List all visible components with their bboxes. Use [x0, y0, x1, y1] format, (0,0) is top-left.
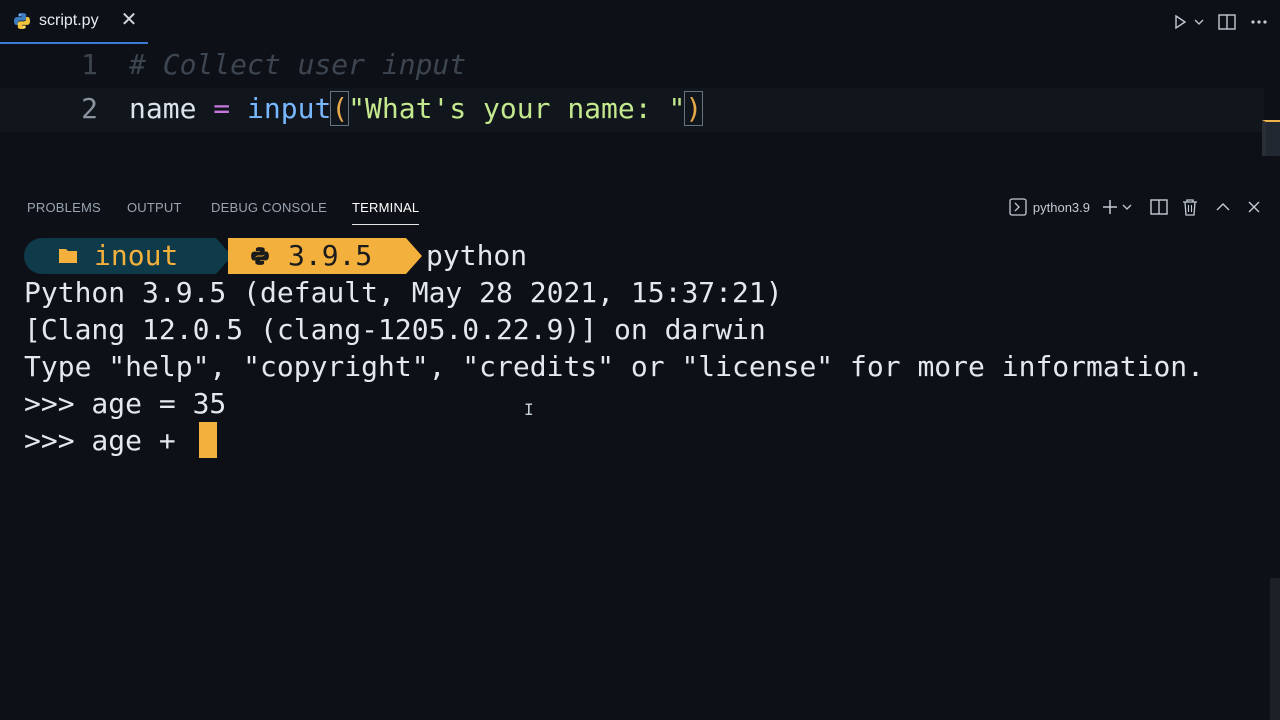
- line-number: 2: [81, 92, 98, 125]
- terminal-selector[interactable]: python3.9: [1009, 198, 1090, 216]
- close-panel-icon[interactable]: [1248, 201, 1260, 213]
- editor-actions: [1158, 10, 1268, 34]
- code-variable: name: [129, 92, 197, 125]
- tab-terminal[interactable]: TERMINAL: [352, 200, 419, 215]
- chevron-down-icon[interactable]: [1122, 202, 1132, 212]
- run-icon[interactable]: [1172, 14, 1188, 30]
- terminal-cursor: [199, 422, 217, 458]
- prompt-directory-segment: inout: [24, 238, 216, 274]
- terminal-scrollbar[interactable]: [1270, 578, 1280, 720]
- trash-icon[interactable]: [1182, 198, 1198, 216]
- mouse-ibeam-cursor: I: [524, 400, 534, 419]
- minimap-slider[interactable]: [1262, 120, 1280, 156]
- more-icon[interactable]: [1250, 19, 1268, 25]
- prompt-separator: [406, 238, 422, 274]
- folder-icon: [59, 249, 77, 263]
- terminal-output[interactable]: inout 3.9.5 python Python 3.9.5 (default…: [0, 228, 1266, 720]
- chevron-down-icon[interactable]: [1194, 17, 1204, 27]
- close-icon[interactable]: ✕: [119, 10, 139, 30]
- code-close-paren: ): [684, 91, 704, 126]
- chevron-up-icon[interactable]: [1216, 202, 1230, 212]
- editor-tab-bar: script.py ✕: [0, 0, 1280, 44]
- terminal-line: [Clang 12.0.5 (clang-1205.0.22.9)] on da…: [24, 313, 766, 346]
- tab-script-py[interactable]: script.py ✕: [0, 0, 148, 44]
- prompt-command: python: [426, 239, 528, 272]
- python-icon: [14, 13, 30, 29]
- code-line-active[interactable]: 2 name = input("What's your name: "): [0, 88, 1264, 132]
- terminal-line: Type "help", "copyright", "credits" or "…: [24, 350, 1205, 383]
- tab-problems[interactable]: PROBLEMS: [27, 200, 101, 215]
- split-terminal-icon[interactable]: [1150, 199, 1168, 215]
- prompt-python-segment: 3.9.5: [228, 238, 406, 274]
- terminal-line: >>> age = 35: [24, 387, 227, 420]
- terminal-line: Python 3.9.5 (default, May 28 2021, 15:3…: [24, 276, 783, 309]
- panel-actions: python3.9: [1009, 196, 1260, 218]
- python-icon: [251, 247, 269, 265]
- tab-label: script.py: [39, 12, 99, 29]
- plus-icon[interactable]: [1102, 199, 1118, 215]
- tab-debug-console[interactable]: DEBUG CONSOLE: [211, 200, 327, 215]
- code-comment: # Collect user input: [129, 48, 467, 81]
- terminal-input-line[interactable]: >>> age +: [24, 422, 193, 459]
- terminal-icon: [1009, 198, 1027, 216]
- line-number: 1: [81, 48, 98, 81]
- tab-output[interactable]: OUTPUT: [127, 200, 182, 215]
- prompt-directory: inout: [94, 239, 179, 272]
- active-tab-indicator: [352, 224, 419, 225]
- code-statement: name = input("What's your name: "): [129, 91, 704, 126]
- prompt-python-version: 3.9.5: [288, 239, 373, 272]
- code-editor[interactable]: 1 # Collect user input 2 name = input("W…: [0, 44, 1280, 184]
- terminal-selector-label: python3.9: [1032, 199, 1090, 215]
- code-operator: =: [213, 92, 231, 125]
- code-function: input: [247, 92, 332, 125]
- code-string: "What's your name: ": [348, 92, 686, 125]
- code-open-paren: (: [330, 91, 350, 126]
- split-editor-icon[interactable]: [1218, 14, 1236, 30]
- code-line[interactable]: 1 # Collect user input: [0, 44, 1264, 88]
